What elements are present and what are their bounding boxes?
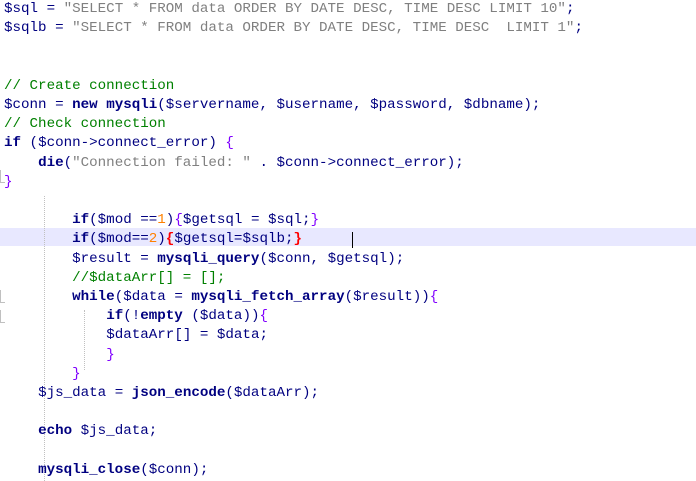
- code-line[interactable]: }: [4, 173, 13, 192]
- text-cursor: [352, 232, 353, 249]
- code-line[interactable]: }: [4, 365, 81, 384]
- code-line[interactable]: $sqlb = "SELECT * FROM data ORDER BY DAT…: [4, 19, 583, 38]
- code-line[interactable]: //$dataArr[] = [];: [4, 269, 225, 288]
- code-line[interactable]: $conn = new mysqli($servername, $usernam…: [4, 96, 540, 115]
- code-line[interactable]: echo $js_data;: [4, 422, 157, 441]
- code-line[interactable]: $sql = "SELECT * FROM data ORDER BY DATE…: [4, 0, 574, 19]
- code-line[interactable]: while($data = mysqli_fetch_array($result…: [4, 288, 438, 307]
- code-line[interactable]: // Create connection: [4, 77, 174, 96]
- code-line[interactable]: $dataArr[] = $data;: [4, 326, 268, 345]
- code-line[interactable]: if(!empty ($data)){: [4, 307, 268, 326]
- code-line[interactable]: $js_data = json_encode($dataArr);: [4, 384, 319, 403]
- code-line[interactable]: if ($conn->connect_error) {: [4, 134, 234, 153]
- code-line[interactable]: mysqli_close($conn);: [4, 461, 208, 480]
- code-line[interactable]: }: [4, 346, 115, 365]
- code-line[interactable]: die("Connection failed: " . $conn->conne…: [4, 154, 464, 173]
- code-line[interactable]: $result = mysqli_query($conn, $getsql);: [4, 250, 404, 269]
- code-editor[interactable]: $sql = "SELECT * FROM data ORDER BY DATE…: [0, 0, 696, 481]
- code-line[interactable]: if($mod ==1){$getsql = $sql;}: [4, 211, 319, 230]
- code-line[interactable]: if($mod==2){$getsql=$sqlb;}: [4, 230, 302, 249]
- code-line[interactable]: // Check connection: [4, 115, 166, 134]
